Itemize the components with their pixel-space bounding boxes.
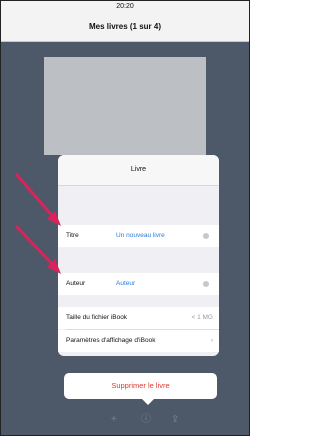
plus-icon[interactable]: +	[111, 415, 117, 425]
display-settings-label: Paramètres d'affichage d'iBook	[66, 337, 156, 344]
device-screen: 20:20 Mes livres (1 sur 4) Livre Titre U…	[0, 0, 250, 436]
title-field-input[interactable]: Un nouveau livre	[116, 225, 165, 247]
file-size-label: Taille du fichier iBook	[66, 314, 128, 321]
author-field-input[interactable]: Auteur	[116, 273, 135, 295]
author-field-row[interactable]: Auteur Auteur	[58, 273, 219, 295]
file-size-value: < 1 MG	[191, 314, 214, 321]
display-settings-row[interactable]: Paramètres d'affichage d'iBook ›	[58, 330, 219, 352]
share-icon[interactable]: ⇪	[171, 415, 179, 425]
info-icon[interactable]: ⓘ	[141, 415, 151, 425]
book-info-popover: Livre Titre Un nouveau livre Auteur Aute…	[58, 155, 219, 356]
bottom-toolbar: + ⓘ ⇪	[1, 405, 249, 435]
page-title: Mes livres (1 sur 4)	[88, 22, 162, 31]
status-bar: 20:20	[1, 1, 249, 13]
navigation-bar: Mes livres (1 sur 4)	[1, 13, 249, 42]
delete-book-button[interactable]: Supprimer le livre	[64, 373, 217, 399]
annotation-arrows	[15, 173, 61, 274]
title-arrow-icon	[15, 173, 57, 221]
file-size-row: Taille du fichier iBook < 1 MG	[58, 307, 219, 329]
status-time: 20:20	[116, 3, 134, 10]
clear-author-icon[interactable]	[203, 281, 209, 287]
popover-title: Livre	[58, 155, 219, 186]
clear-title-icon[interactable]	[203, 233, 209, 239]
chevron-right-icon: ›	[210, 337, 213, 344]
author-arrow-icon	[15, 225, 57, 269]
title-field-row[interactable]: Titre Un nouveau livre	[58, 225, 219, 247]
